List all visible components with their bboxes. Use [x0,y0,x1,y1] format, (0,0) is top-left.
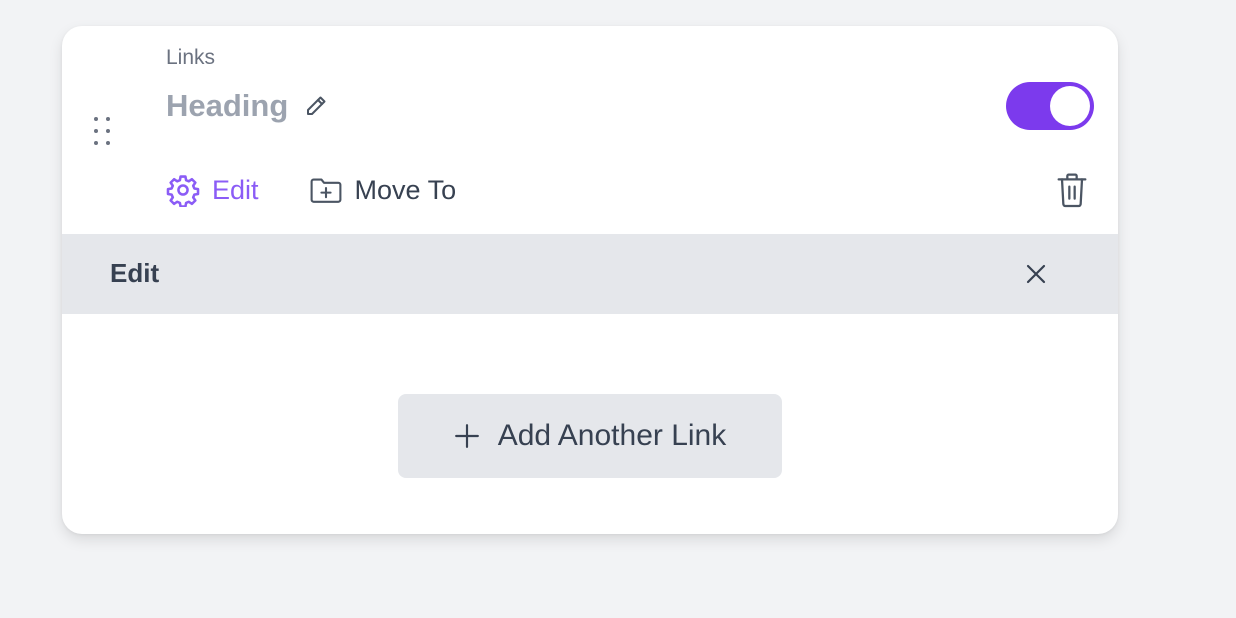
visibility-toggle[interactable] [1006,82,1094,130]
drag-handle-icon[interactable] [92,116,112,146]
block-heading: Heading [166,88,289,123]
edit-panel-title: Edit [110,258,160,288]
heading-row: Heading [166,86,328,126]
folder-plus-icon [309,175,343,205]
toggle-knob [1050,86,1090,126]
gear-icon [166,173,200,207]
pencil-icon[interactable] [304,94,328,118]
section-label: Links [166,46,216,69]
trash-icon[interactable] [1056,172,1088,208]
link-block-card: Links Heading Edit Move To Edit Add Anot… [62,26,1118,534]
edit-panel-header: Edit [62,234,1118,314]
move-to-label: Move To [354,174,457,205]
edit-button[interactable]: Edit [166,173,259,207]
plus-icon [454,423,480,449]
move-to-button[interactable]: Move To [309,174,457,206]
edit-label: Edit [212,174,259,205]
add-another-link-label: Add Another Link [497,419,727,452]
close-icon[interactable] [1024,262,1048,286]
add-another-link-button[interactable]: Add Another Link [398,394,782,478]
block-actions: Edit Move To [166,170,456,210]
